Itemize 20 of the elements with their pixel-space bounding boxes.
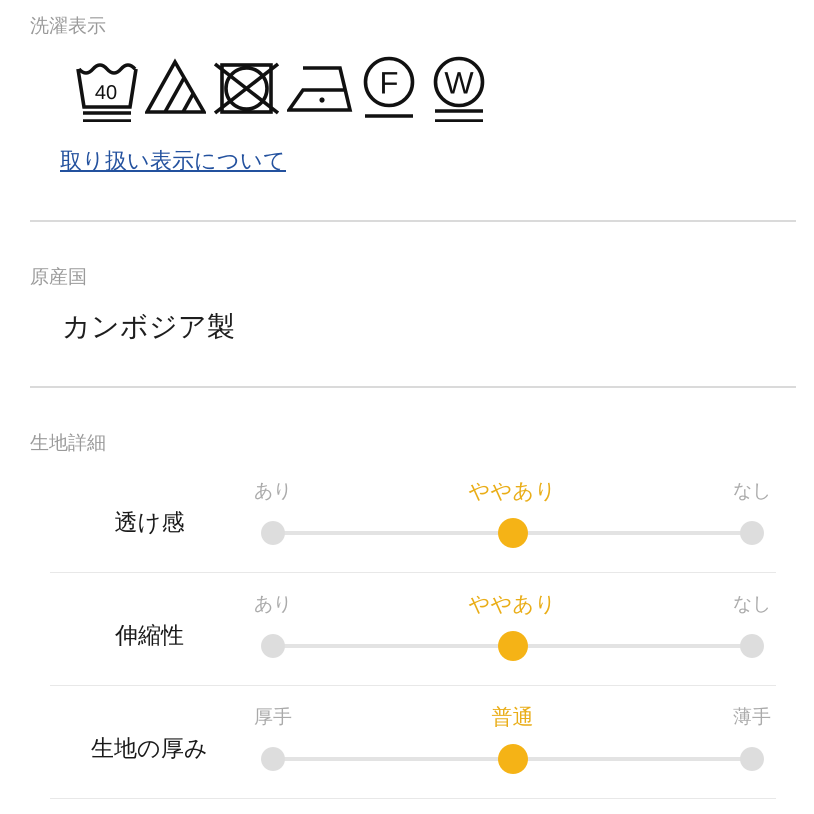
- option-label: ややあり: [468, 592, 556, 616]
- row-label: 透け感: [114, 509, 184, 537]
- option-label: 普通: [492, 705, 534, 729]
- option-label: 厚手: [254, 705, 292, 729]
- section-title: 洗濯表示: [30, 14, 106, 38]
- row-label: 生地の厚み: [91, 735, 208, 763]
- symbol-letter: F: [380, 68, 398, 98]
- temperature-label: 40: [94, 83, 118, 103]
- section-title: 原産国: [30, 265, 87, 289]
- option-label: あり: [254, 479, 292, 503]
- option-label: なし: [733, 479, 771, 503]
- option-label: なし: [733, 592, 771, 616]
- option-label: 薄手: [733, 705, 771, 729]
- option-label: あり: [254, 592, 292, 616]
- origin-value: カンボジア製: [62, 310, 235, 344]
- symbol-letter: W: [444, 68, 474, 98]
- care-guide-link[interactable]: 取り扱い表示について: [60, 148, 286, 176]
- option-label: ややあり: [468, 479, 556, 503]
- section-title: 生地詳細: [30, 431, 106, 455]
- row-label: 伸縮性: [115, 622, 184, 650]
